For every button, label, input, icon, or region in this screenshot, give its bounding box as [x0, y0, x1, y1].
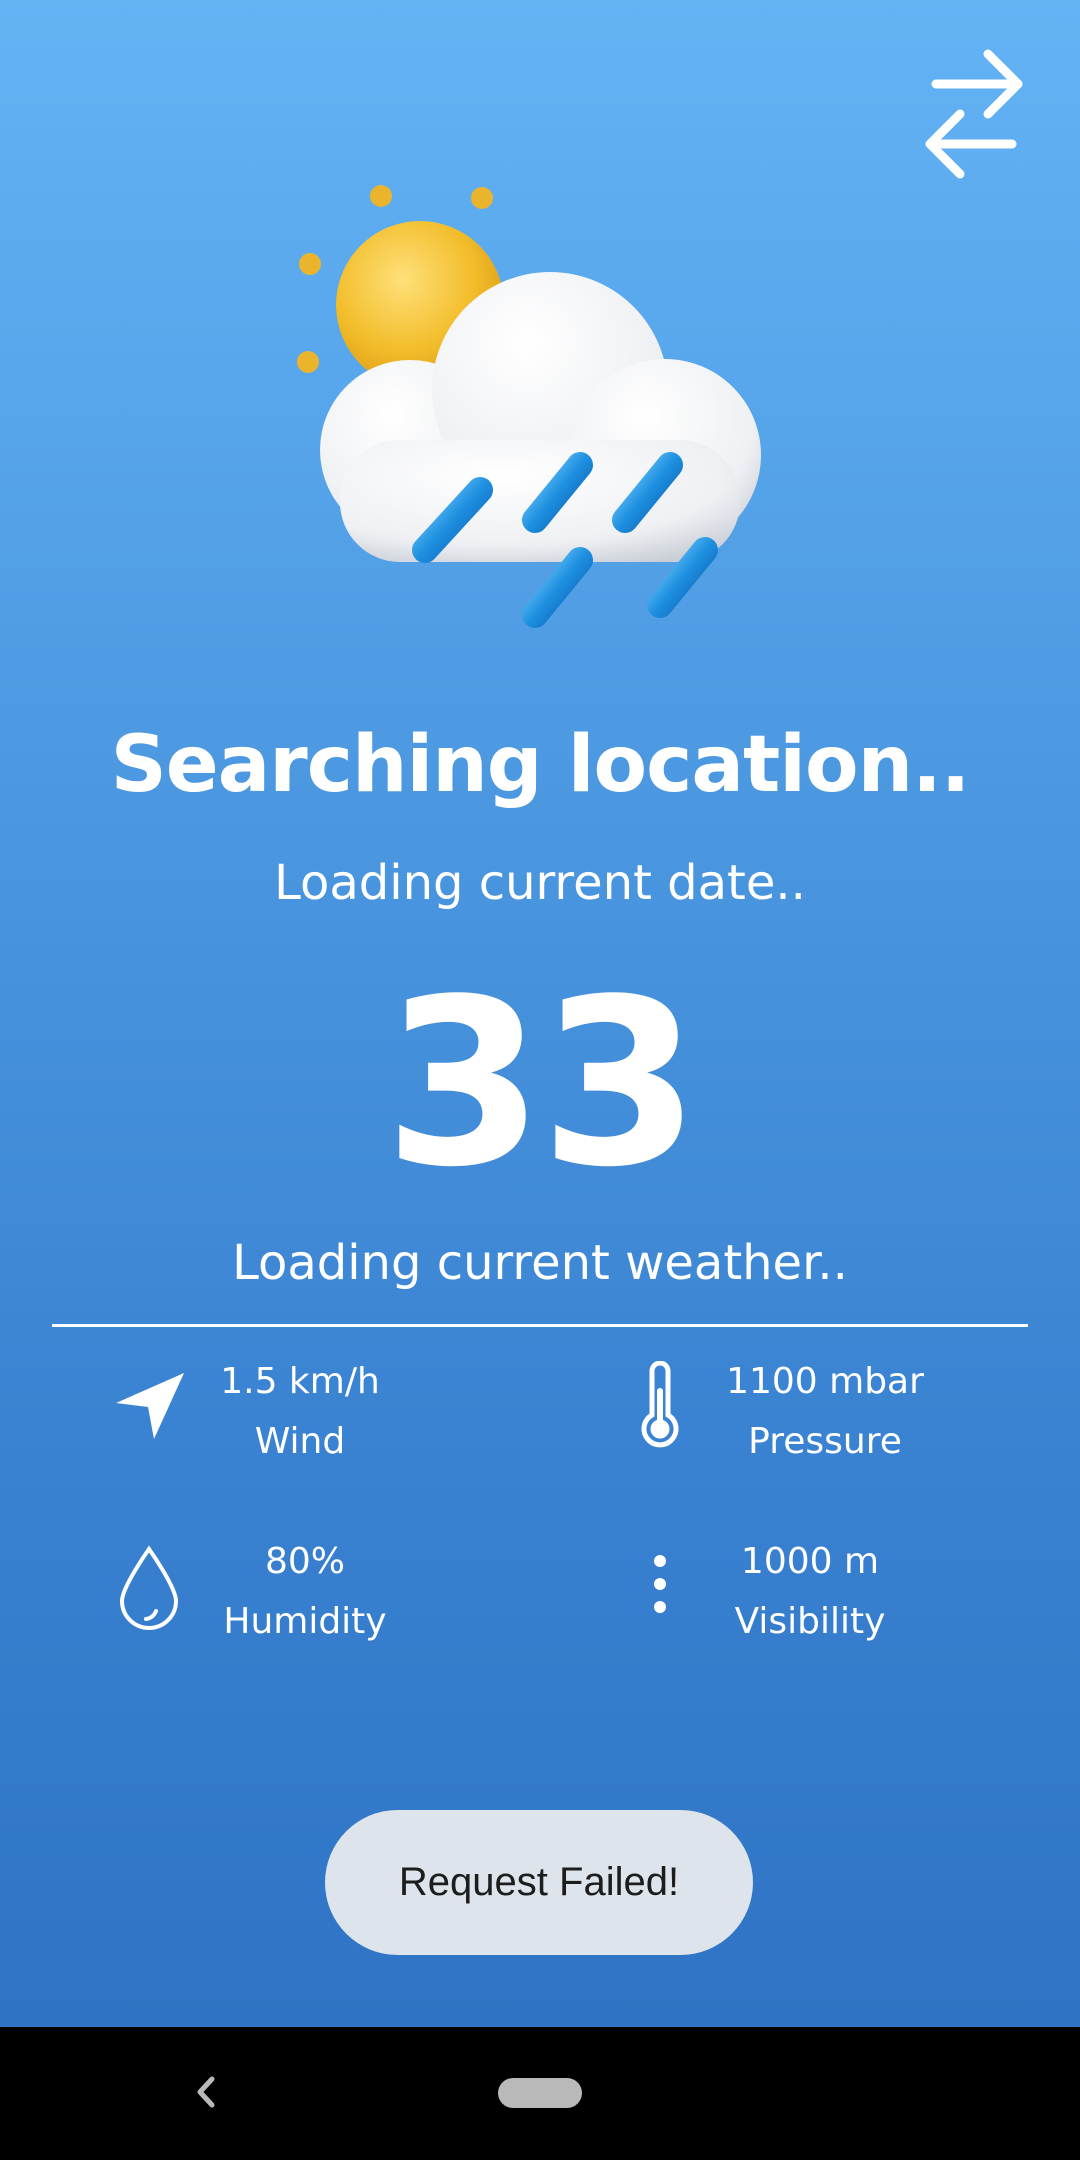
dots-vertical-icon	[650, 1551, 670, 1625]
temperature-value: 33	[383, 951, 700, 1218]
back-chevron-icon[interactable]	[190, 2067, 220, 2117]
stat-visibility: 1000 m Visibility	[540, 1535, 1080, 1665]
weather-description: Loading current weather..	[232, 1235, 848, 1291]
stat-pressure: 1100 mbar Pressure	[540, 1355, 1080, 1485]
visibility-label: Visibility	[734, 1601, 886, 1642]
water-drop-icon	[118, 1545, 180, 1635]
navigation-arrow-icon	[112, 1367, 188, 1447]
pressure-value: 1100 mbar	[726, 1361, 924, 1402]
toast-message: Request Failed!	[398, 1860, 680, 1904]
system-nav-bar	[0, 2027, 1080, 2160]
visibility-value: 1000 m	[740, 1541, 880, 1582]
stat-humidity: 80% Humidity	[0, 1535, 540, 1665]
wind-value: 1.5 km/h	[220, 1361, 380, 1402]
location-title: Searching location..	[110, 720, 971, 810]
sun-cloud-rain-icon	[280, 160, 820, 660]
stat-wind: 1.5 km/h Wind	[0, 1355, 540, 1485]
wind-label: Wind	[254, 1421, 346, 1462]
thermometer-icon	[638, 1360, 682, 1455]
divider	[52, 1324, 1028, 1327]
humidity-value: 80%	[264, 1541, 345, 1582]
humidity-label: Humidity	[223, 1601, 387, 1642]
error-toast: Request Failed!	[325, 1810, 753, 1955]
pressure-label: Pressure	[748, 1421, 902, 1462]
swap-arrows-icon[interactable]	[918, 44, 1030, 194]
current-date: Loading current date..	[274, 855, 806, 911]
home-pill-icon[interactable]	[498, 2078, 582, 2108]
weather-screen: Searching location.. Loading current dat…	[0, 0, 1080, 2027]
